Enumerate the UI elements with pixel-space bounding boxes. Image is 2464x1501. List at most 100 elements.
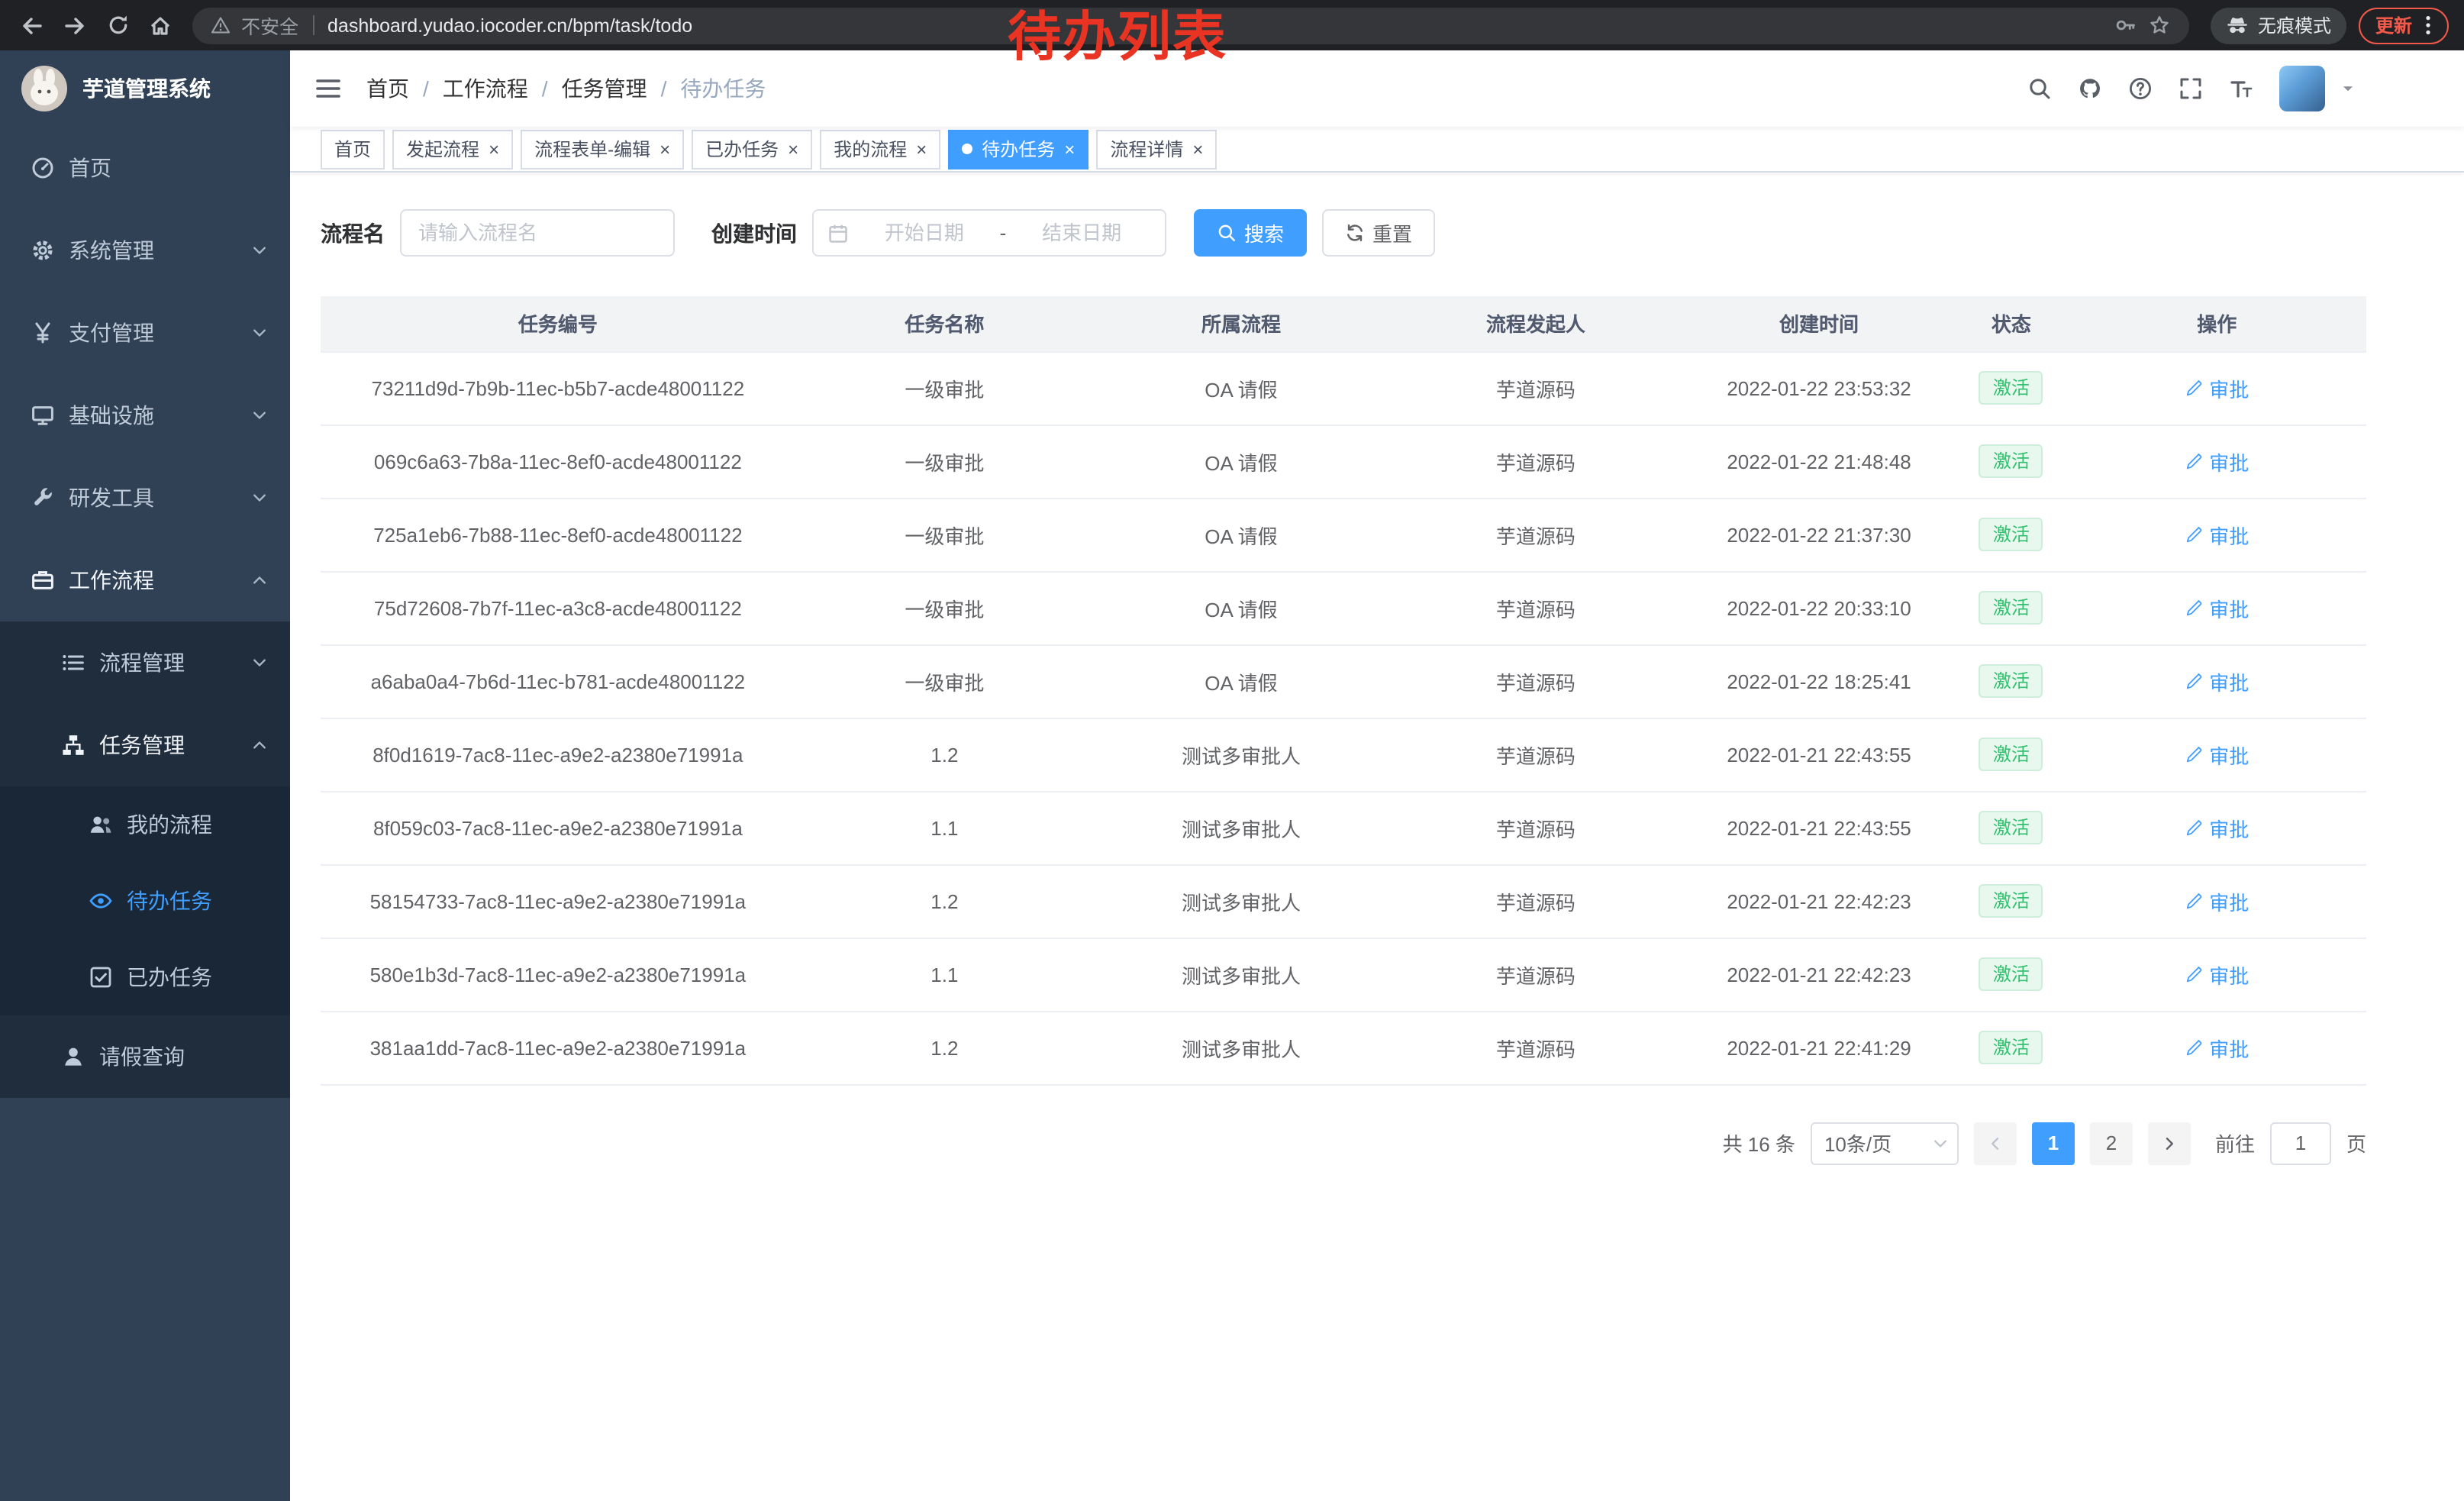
approve-button[interactable]: 审批	[2185, 667, 2249, 696]
prev-page-button[interactable]	[1974, 1122, 2017, 1164]
close-icon[interactable]: ×	[1064, 140, 1075, 158]
font-size-icon[interactable]	[2229, 76, 2253, 101]
incognito-badge: 无痕模式	[2211, 7, 2346, 44]
breadcrumb-home[interactable]: 首页	[366, 73, 409, 104]
cell-created-time: 2022-01-22 18:25:41	[1683, 644, 1955, 718]
sidebar-item-label: 任务管理	[99, 730, 185, 760]
bookmark-star-icon[interactable]	[2148, 14, 2171, 37]
sidebar-item-home[interactable]: 首页	[0, 127, 290, 209]
cell-task-id: 8f0d1619-7ac8-11ec-a9e2-a2380e71991a	[321, 718, 795, 791]
forward-button[interactable]	[55, 5, 95, 45]
sidebar-item-system-mgmt[interactable]: 系统管理	[0, 209, 290, 292]
end-date-input[interactable]	[1012, 221, 1151, 244]
pagination: 共 16 条 10条/页 1 2 前往 页	[321, 1122, 2366, 1164]
pen-icon	[2185, 379, 2203, 397]
search-button[interactable]: 搜索	[1194, 209, 1307, 257]
tab-home[interactable]: 首页	[321, 129, 385, 169]
close-icon[interactable]: ×	[788, 140, 798, 158]
approve-label: 审批	[2209, 813, 2249, 842]
start-date-input[interactable]	[855, 221, 994, 244]
caret-down-icon[interactable]	[2339, 79, 2357, 98]
hamburger-icon[interactable]	[314, 75, 342, 102]
sidebar-item-label: 请假查询	[99, 1041, 185, 1072]
cell-status: 激活	[1955, 571, 2067, 644]
home-button[interactable]	[140, 5, 180, 45]
sidebar-item-label: 我的流程	[127, 809, 212, 840]
cell-process: OA 请假	[1094, 644, 1388, 718]
close-icon[interactable]: ×	[489, 140, 499, 158]
github-icon[interactable]	[2078, 76, 2102, 101]
cell-status: 激活	[1955, 644, 2067, 718]
breadcrumb-task-mgmt[interactable]: 任务管理	[562, 73, 647, 104]
active-tab-dot	[962, 144, 972, 154]
reload-button[interactable]	[98, 5, 137, 45]
yen-icon	[31, 321, 55, 345]
chevron-down-icon	[250, 324, 269, 342]
approve-button[interactable]: 审批	[2185, 886, 2249, 915]
page-button-2[interactable]: 2	[2090, 1122, 2133, 1164]
sidebar-item-dev-tools[interactable]: 研发工具	[0, 457, 290, 539]
sidebar-item-infrastructure[interactable]: 基础设施	[0, 374, 290, 457]
workflow-submenu: 流程管理 任务管理 我的流程 待办任务	[0, 621, 290, 1098]
sidebar-item-workflow[interactable]: 工作流程	[0, 539, 290, 621]
next-page-button[interactable]	[2148, 1122, 2191, 1164]
sidebar-item-process-mgmt[interactable]: 流程管理	[0, 621, 290, 704]
cell-task-id: 580e1b3d-7ac8-11ec-a9e2-a2380e71991a	[321, 938, 795, 1011]
approve-button[interactable]: 审批	[2185, 740, 2249, 769]
sidebar-item-my-processes[interactable]: 我的流程	[0, 786, 290, 863]
fullscreen-icon[interactable]	[2179, 76, 2203, 101]
cell-process: OA 请假	[1094, 498, 1388, 571]
security-label: 不安全	[241, 11, 298, 40]
status-badge: 激活	[1979, 884, 2043, 918]
approve-button[interactable]: 审批	[2185, 373, 2249, 402]
back-button[interactable]	[12, 5, 52, 45]
app-logo-row[interactable]: 芋道管理系统	[0, 50, 290, 127]
sidebar-item-leave-query[interactable]: 请假查询	[0, 1015, 290, 1098]
status-badge: 激活	[1979, 811, 2043, 844]
close-icon[interactable]: ×	[916, 140, 927, 158]
search-icon[interactable]	[2027, 76, 2052, 101]
close-icon[interactable]: ×	[660, 140, 670, 158]
process-name-input[interactable]	[400, 209, 675, 257]
sidebar-item-label: 支付管理	[69, 318, 154, 348]
approve-button[interactable]: 审批	[2185, 960, 2249, 989]
sidebar-item-task-mgmt[interactable]: 任务管理	[0, 704, 290, 786]
tags-view: 首页 发起流程× 流程表单-编辑× 已办任务× 我的流程× 待办任务× 流程详情…	[290, 127, 2464, 173]
sidebar-item-payment-mgmt[interactable]: 支付管理	[0, 292, 290, 374]
approve-button[interactable]: 审批	[2185, 813, 2249, 842]
goto-page-input[interactable]	[2270, 1122, 2331, 1164]
date-range-picker[interactable]: -	[812, 209, 1166, 257]
browser-chrome: 不安全 dashboard.yudao.iocoder.cn/bpm/task/…	[0, 0, 2464, 50]
sidebar-item-todo-tasks[interactable]: 待办任务	[0, 863, 290, 939]
cell-task-id: 8f059c03-7ac8-11ec-a9e2-a2380e71991a	[321, 791, 795, 864]
tab-form-edit[interactable]: 流程表单-编辑×	[521, 129, 684, 169]
help-icon[interactable]	[2128, 76, 2153, 101]
tab-done-tasks[interactable]: 已办任务×	[692, 129, 812, 169]
sidebar-item-done-tasks[interactable]: 已办任务	[0, 939, 290, 1015]
close-icon[interactable]: ×	[1192, 140, 1203, 158]
cell-status: 激活	[1955, 424, 2067, 498]
tab-todo-tasks[interactable]: 待办任务×	[948, 129, 1088, 169]
cell-action: 审批	[2068, 938, 2366, 1011]
approve-button[interactable]: 审批	[2185, 520, 2249, 549]
update-label: 更新	[2375, 12, 2412, 38]
key-icon[interactable]	[2114, 14, 2137, 37]
menu-dots-icon[interactable]	[2417, 14, 2440, 37]
sidebar-item-label: 已办任务	[127, 962, 212, 993]
process-name-label: 流程名	[321, 218, 385, 248]
tab-start-process[interactable]: 发起流程×	[392, 129, 513, 169]
update-button[interactable]: 更新	[2359, 7, 2449, 44]
tab-my-processes[interactable]: 我的流程×	[820, 129, 940, 169]
cell-initiator: 芋道源码	[1388, 938, 1683, 1011]
approve-button[interactable]: 审批	[2185, 593, 2249, 622]
approve-button[interactable]: 审批	[2185, 1033, 2249, 1062]
navbar-actions	[2027, 66, 2357, 111]
tab-process-detail[interactable]: 流程详情×	[1096, 129, 1217, 169]
page-size-select[interactable]: 10条/页	[1811, 1122, 1959, 1164]
reset-button[interactable]: 重置	[1322, 209, 1435, 257]
page-button-1[interactable]: 1	[2032, 1122, 2075, 1164]
user-avatar[interactable]	[2279, 66, 2325, 111]
cell-action: 审批	[2068, 718, 2366, 791]
approve-button[interactable]: 审批	[2185, 447, 2249, 476]
breadcrumb-workflow[interactable]: 工作流程	[443, 73, 528, 104]
